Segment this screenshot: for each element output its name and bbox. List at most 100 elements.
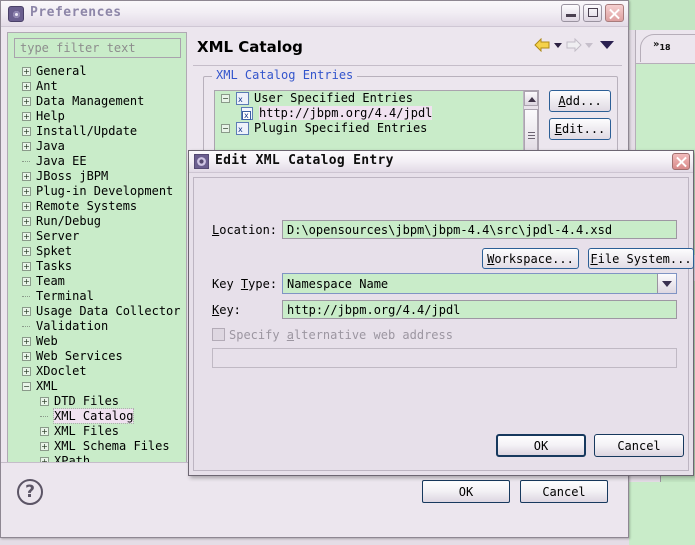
expand-icon[interactable]: + — [22, 277, 31, 286]
workspace-button[interactable]: Workspace... — [482, 248, 579, 269]
page-nav-toolbar — [534, 38, 614, 52]
key-type-value: Namespace Name — [287, 277, 389, 291]
back-history-chevron-down-icon[interactable] — [554, 42, 562, 48]
tree-item-xml[interactable]: − XML — [8, 379, 186, 394]
tree-item-label: Team — [36, 274, 65, 288]
maximize-icon — [588, 8, 598, 17]
dialog-ok-button[interactable]: OK — [496, 434, 586, 457]
collapse-icon[interactable]: − — [221, 94, 230, 103]
tree-item-data-management[interactable]: + Data Management — [8, 94, 186, 109]
tree-item-plug-in-development[interactable]: + Plug-in Development — [8, 184, 186, 199]
tree-item-server[interactable]: + Server — [8, 229, 186, 244]
tree-item-label: Data Management — [36, 94, 145, 108]
tree-item-validation[interactable]: Validation — [8, 319, 186, 334]
tree-item-label: Remote Systems — [36, 199, 138, 213]
tree-item-help[interactable]: + Help — [8, 109, 186, 124]
tree-item-install-update[interactable]: + Install/Update — [8, 124, 186, 139]
editor-tab-overflow-button[interactable]: »18 — [640, 34, 695, 62]
tree-item-jboss-jbpm[interactable]: + JBoss jBPM — [8, 169, 186, 184]
group-legend: XML Catalog Entries — [212, 68, 358, 82]
tree-item-xml-schema-files[interactable]: + XML Schema Files — [8, 439, 186, 454]
tree-item-label: DTD Files — [54, 394, 120, 408]
tree-item-tasks[interactable]: + Tasks — [8, 259, 186, 274]
tree-item-remote-systems[interactable]: + Remote Systems — [8, 199, 186, 214]
tree-item-java[interactable]: + Java — [8, 139, 186, 154]
alternative-web-address-input — [212, 348, 677, 368]
tree-item-run-debug[interactable]: + Run/Debug — [8, 214, 186, 229]
chevron-down-icon[interactable] — [657, 274, 676, 293]
expand-icon[interactable]: + — [22, 187, 31, 196]
tree-item-web[interactable]: + Web — [8, 334, 186, 349]
edit-button[interactable]: Edit... — [549, 118, 611, 140]
catalog-entry-row[interactable]: − User Specified Entries — [221, 91, 538, 106]
tree-item-xml-catalog[interactable]: XML Catalog — [8, 408, 186, 424]
location-label: Location: — [212, 223, 278, 237]
window-controls — [561, 4, 624, 22]
expand-icon[interactable]: + — [40, 442, 49, 451]
expand-icon[interactable]: + — [22, 127, 31, 136]
expand-icon[interactable]: + — [40, 397, 49, 406]
tree-item-spket[interactable]: + Spket — [8, 244, 186, 259]
tree-item-web-services[interactable]: + Web Services — [8, 349, 186, 364]
tree-item-ant[interactable]: + Ant — [8, 79, 186, 94]
expand-icon[interactable]: + — [22, 367, 31, 376]
tree-item-label: Ant — [36, 79, 58, 93]
filter-input[interactable]: type filter text — [14, 38, 181, 58]
tree-item-xml-files[interactable]: + XML Files — [8, 424, 186, 439]
expand-icon[interactable]: + — [22, 172, 31, 181]
expand-icon[interactable]: + — [22, 262, 31, 271]
dialog-body: Location: D:\opensources\jbpm\jbpm-4.4\s… — [193, 177, 694, 471]
expand-icon[interactable]: + — [22, 217, 31, 226]
expand-icon[interactable]: + — [22, 307, 31, 316]
tree-item-label: Validation — [36, 319, 109, 333]
expand-icon[interactable]: + — [22, 112, 31, 121]
tree-item-dtd-files[interactable]: + DTD Files — [8, 394, 186, 409]
dialog-titlebar[interactable]: Edit XML Catalog Entry — [189, 151, 693, 173]
scroll-up-icon[interactable] — [524, 91, 538, 106]
tree-item-team[interactable]: + Team — [8, 274, 186, 289]
dialog-title: Edit XML Catalog Entry — [215, 153, 394, 168]
specify-alternative-web-address-checkbox[interactable] — [212, 328, 225, 341]
expand-icon[interactable]: + — [22, 67, 31, 76]
tree-item-label: Run/Debug — [36, 214, 102, 228]
help-question-icon[interactable]: ? — [17, 479, 43, 505]
expand-icon[interactable]: + — [22, 202, 31, 211]
key-input[interactable]: http://jbpm.org/4.4/jpdl — [282, 300, 677, 319]
file-system-button[interactable]: File System... — [588, 248, 694, 269]
tree-item-label: JBoss jBPM — [36, 169, 109, 183]
add-button[interactable]: Add... — [549, 90, 611, 112]
expand-icon[interactable]: + — [22, 352, 31, 361]
catalog-entry-row[interactable]: http://jbpm.org/4.4/jpdl — [241, 106, 538, 121]
view-menu-chevron-down-icon[interactable] — [600, 41, 614, 49]
catalog-entry-row[interactable]: − Plugin Specified Entries — [221, 121, 538, 136]
expand-icon[interactable]: + — [40, 427, 49, 436]
tree-item-terminal[interactable]: Terminal — [8, 289, 186, 304]
preferences-tree: + General + Ant + Data Management + Help + Instal… — [8, 64, 186, 484]
preferences-ok-button[interactable]: OK — [422, 480, 510, 503]
collapse-icon[interactable]: − — [22, 382, 31, 391]
tree-item-usage-data-collector[interactable]: + Usage Data Collector — [8, 304, 186, 319]
back-arrow-icon[interactable] — [534, 38, 551, 52]
tree-item-label: Install/Update — [36, 124, 138, 138]
tree-item-general[interactable]: + General — [8, 64, 186, 79]
expand-icon[interactable]: + — [22, 97, 31, 106]
location-input[interactable]: D:\opensources\jbpm\jbpm-4.4\src\jpdl-4.… — [282, 220, 677, 239]
collapse-icon[interactable]: − — [221, 124, 230, 133]
expand-icon[interactable]: + — [22, 232, 31, 241]
expand-icon[interactable]: + — [22, 247, 31, 256]
preferences-titlebar[interactable]: Preferences — [1, 1, 628, 27]
expand-icon[interactable]: + — [22, 337, 31, 346]
close-button[interactable] — [605, 4, 624, 22]
tree-item-label: XML Files — [54, 424, 120, 438]
dialog-close-button[interactable] — [672, 153, 690, 170]
key-type-combobox[interactable]: Namespace Name — [282, 273, 677, 294]
expand-icon[interactable]: + — [22, 82, 31, 91]
forward-history-chevron-down-icon — [585, 42, 593, 48]
tree-item-xdoclet[interactable]: + XDoclet — [8, 364, 186, 379]
minimize-button[interactable] — [561, 4, 580, 22]
tree-item-java-ee[interactable]: Java EE — [8, 154, 186, 169]
preferences-cancel-button[interactable]: Cancel — [520, 480, 608, 503]
dialog-cancel-button[interactable]: Cancel — [594, 434, 684, 457]
expand-icon[interactable]: + — [22, 142, 31, 151]
maximize-button[interactable] — [583, 4, 602, 22]
